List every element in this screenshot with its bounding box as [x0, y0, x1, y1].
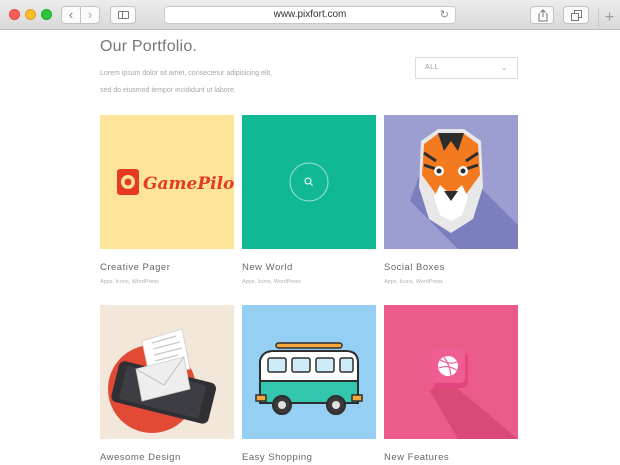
- page-title: Our Portfolio.: [100, 38, 198, 55]
- project-tags: Apps, Icons, WordPress: [242, 279, 301, 285]
- tiger-illustration: [410, 129, 518, 249]
- portfolio-item-creative-pager[interactable]: GamePilot: [100, 115, 234, 249]
- search-icon[interactable]: [242, 115, 376, 249]
- category-filter-select[interactable]: ALL ⌄: [415, 57, 518, 79]
- url-text: www.pixfort.com: [273, 9, 347, 20]
- phone-mail-illustration: [108, 328, 217, 433]
- description-line: Lorem ipsum dolor sit amet, consectetur …: [100, 70, 272, 77]
- portfolio-item-social-boxes[interactable]: [384, 115, 518, 249]
- project-title[interactable]: New Features: [384, 452, 449, 463]
- share-icon[interactable]: [530, 6, 554, 24]
- zoom-window-button[interactable]: [41, 9, 52, 20]
- browser-toolbar: ‹ › www.pixfort.com ↻ +: [0, 0, 620, 30]
- project-title[interactable]: Awesome Design: [100, 452, 181, 463]
- gamepilot-logo-text: GamePilot: [143, 174, 234, 194]
- page-description: Lorem ipsum dolor sit amet, consectetur …: [100, 65, 340, 99]
- project-title[interactable]: New World: [242, 262, 293, 273]
- description-line: sed do eiusmod tempor incididunt ut labo…: [100, 87, 236, 94]
- project-title[interactable]: Creative Pager: [100, 262, 170, 273]
- project-title[interactable]: Social Boxes: [384, 262, 445, 273]
- address-bar[interactable]: www.pixfort.com ↻: [164, 6, 456, 24]
- forward-icon[interactable]: ›: [80, 6, 100, 24]
- chevron-down-icon: ⌄: [500, 63, 508, 72]
- van-illustration: [255, 342, 363, 415]
- sidebar-icon[interactable]: [110, 6, 136, 24]
- portfolio-item-new-world[interactable]: [242, 115, 376, 249]
- filter-selected-value: ALL: [425, 64, 439, 71]
- portfolio-item-new-features[interactable]: [384, 305, 518, 439]
- project-title[interactable]: Easy Shopping: [242, 452, 312, 463]
- project-tags: Apps, Icons, WordPress: [100, 279, 159, 285]
- portfolio-item-awesome-design[interactable]: [100, 305, 234, 439]
- tabs-icon[interactable]: [563, 6, 589, 24]
- reload-icon[interactable]: ↻: [440, 7, 449, 23]
- portfolio-item-easy-shopping[interactable]: [242, 305, 376, 439]
- project-tags: Apps, Icons, WordPress: [384, 279, 443, 285]
- dribbble-icon: [430, 349, 518, 439]
- minimize-window-button[interactable]: [25, 9, 36, 20]
- gamepilot-logo: GamePilot: [117, 169, 234, 195]
- close-window-button[interactable]: [9, 9, 20, 20]
- plus-icon[interactable]: +: [598, 8, 620, 30]
- back-icon[interactable]: ‹: [61, 6, 81, 24]
